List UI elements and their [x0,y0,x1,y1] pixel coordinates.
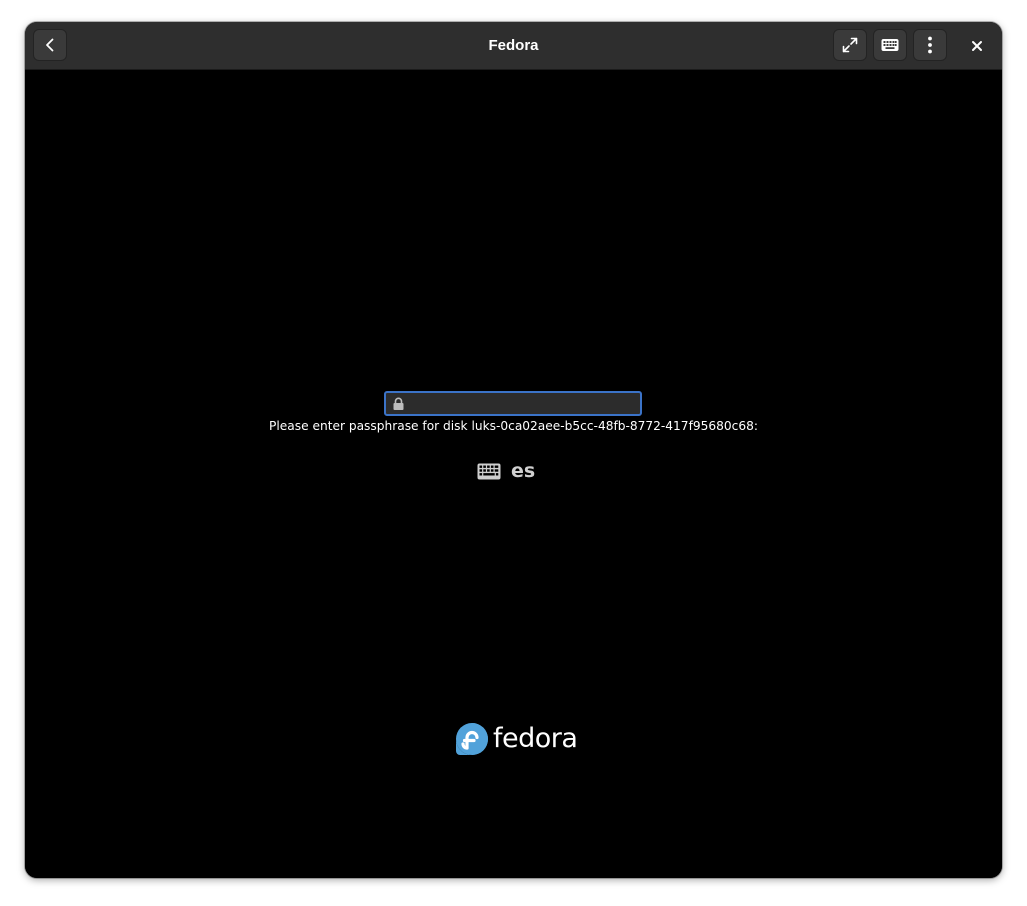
chevron-left-icon [46,38,54,52]
keyboard-button[interactable] [873,29,907,61]
close-button[interactable] [961,30,993,61]
headerbar: Fedora [25,22,1002,70]
main-menu-button[interactable] [913,29,947,61]
keyboard-layout-indicator: es [477,460,535,482]
fullscreen-icon [842,37,858,53]
vm-display[interactable]: Please enter passphrase for disk luks-0c… [25,70,1002,878]
vm-window: Fedora Please enter passphrase for disk … [25,22,1002,878]
lock-icon [393,397,404,410]
close-icon [972,40,982,51]
vertical-dots-menu-icon [928,36,932,54]
keyboard-icon [477,463,501,479]
fedora-infinity-icon [456,723,488,755]
passphrase-input[interactable] [410,393,640,416]
keyboard-icon [881,39,899,51]
back-button[interactable] [33,29,67,61]
passphrase-field[interactable] [384,391,642,416]
fedora-wordmark: fedora [493,723,578,754]
fedora-logo: fedora [455,722,578,756]
fullscreen-button[interactable] [833,29,867,61]
keyboard-layout-label: es [511,460,536,482]
passphrase-prompt: Please enter passphrase for disk luks-0c… [269,419,758,433]
